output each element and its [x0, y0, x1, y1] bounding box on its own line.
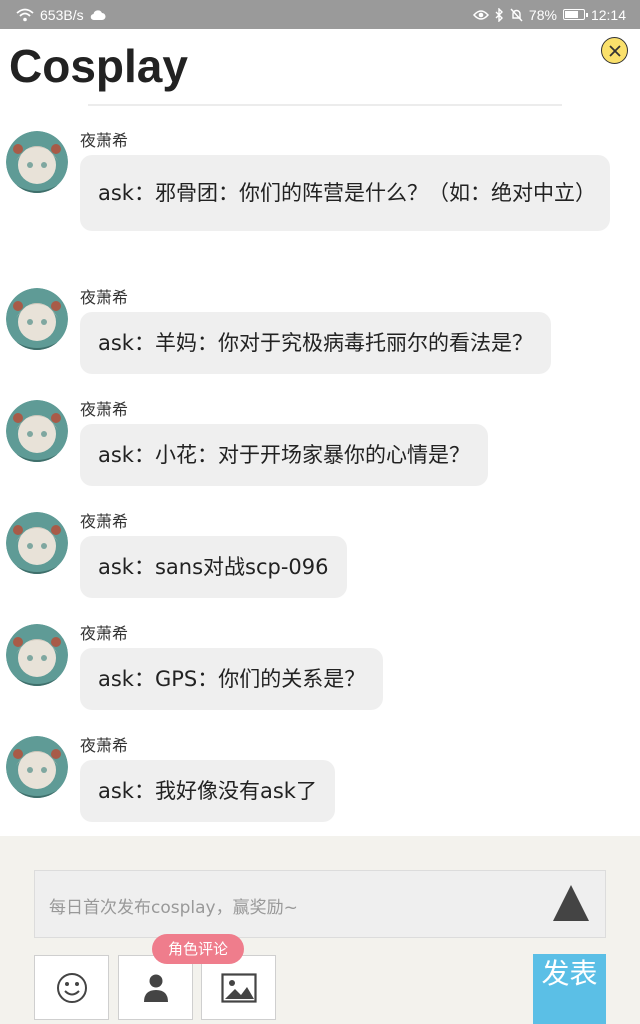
sender-name: 夜萧希 — [80, 131, 129, 150]
message-list[interactable]: 夜萧希 ask：邪骨团：你们的阵营是什么？（如：绝对中立） 夜萧希 ask：羊妈… — [0, 109, 640, 836]
emoji-button[interactable] — [34, 955, 109, 1020]
header: Cosplay — [0, 29, 640, 109]
bluetooth-icon — [495, 7, 504, 22]
sender-name: 夜萧希 — [80, 288, 129, 307]
mute-bell-icon — [510, 8, 523, 22]
close-button[interactable] — [601, 37, 628, 64]
sender-name: 夜萧希 — [80, 624, 129, 643]
emoji-icon — [56, 972, 87, 1003]
clock: 12:14 — [590, 6, 626, 23]
avatar[interactable] — [6, 736, 68, 798]
cloud-icon — [90, 9, 106, 21]
eye-icon — [472, 9, 489, 21]
image-icon — [220, 972, 257, 1003]
sender-name: 夜萧希 — [80, 736, 129, 755]
message-bubble[interactable]: ask：小花：对于开场家暴你的心情是？ — [80, 424, 488, 486]
image-button[interactable] — [201, 955, 276, 1020]
battery-percent: 78% — [528, 6, 557, 23]
comment-input[interactable]: 每日首次发布cosplay，赢奖励~ — [34, 870, 606, 938]
role-comment-tag[interactable]: 角色评论 — [152, 934, 245, 964]
person-icon — [143, 974, 168, 1002]
avatar[interactable] — [6, 624, 68, 686]
avatar[interactable] — [6, 131, 68, 193]
status-bar: 653B/s 78% 12:14 — [0, 0, 640, 29]
page-title: Cosplay — [9, 40, 188, 92]
avatar[interactable] — [6, 288, 68, 350]
avatar[interactable] — [6, 400, 68, 462]
status-left: 653B/s — [16, 7, 106, 23]
header-divider — [88, 104, 562, 106]
up-arrow-icon[interactable] — [553, 885, 589, 921]
role-button[interactable] — [118, 955, 193, 1020]
battery-icon — [562, 9, 588, 20]
publish-button[interactable]: 发表 — [533, 954, 606, 1024]
message-bubble[interactable]: ask：羊妈：你对于究极病毒托丽尔的看法是？ — [80, 312, 551, 374]
message-bubble[interactable]: ask：GPS：你们的关系是？ — [80, 648, 384, 710]
close-icon — [608, 44, 621, 57]
sender-name: 夜萧希 — [80, 400, 129, 419]
sender-name: 夜萧希 — [80, 512, 129, 531]
wifi-icon — [16, 8, 34, 22]
status-right: 78% 12:14 — [472, 6, 626, 23]
input-placeholder: 每日首次发布cosplay，赢奖励~ — [49, 898, 298, 918]
message-bubble[interactable]: ask：邪骨团：你们的阵营是什么？（如：绝对中立） — [80, 155, 610, 231]
network-speed: 653B/s — [40, 6, 84, 23]
message-bubble[interactable]: ask：sans对战scp-096 — [80, 536, 347, 598]
avatar[interactable] — [6, 512, 68, 574]
message-bubble[interactable]: ask：我好像没有ask了 — [80, 760, 335, 822]
composer: 每日首次发布cosplay，赢奖励~ 角色评论 发表 — [0, 836, 640, 1024]
